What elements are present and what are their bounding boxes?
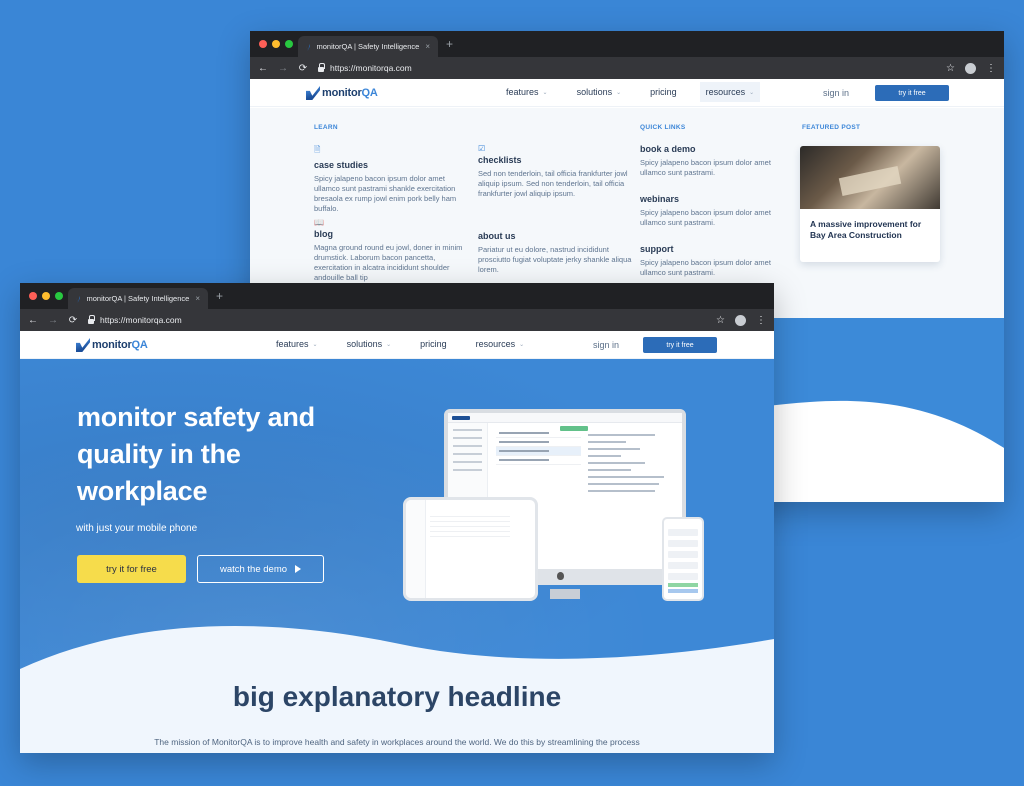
kebab-icon[interactable]: ⋮ bbox=[986, 63, 996, 74]
chevron-down-icon: ⌄ bbox=[312, 341, 318, 348]
quick-link-support[interactable]: support Spicy jalapeno bacon ipsum dolor… bbox=[640, 244, 795, 278]
sign-in-link[interactable]: sign in bbox=[823, 88, 849, 98]
address-bar-row: ← → ⟳ https://monitorqa.com ☆ ⋮ bbox=[20, 309, 774, 331]
featured-post-title: A massive improvement for Bay Area Const… bbox=[810, 219, 922, 240]
tab-close-icon[interactable]: × bbox=[195, 294, 200, 303]
logo-text-monitor: monitor bbox=[322, 87, 362, 99]
chevron-down-icon: ⌄ bbox=[519, 341, 525, 348]
site-header: monitorQA features ⌄ solutions ⌄ pricing r… bbox=[20, 331, 774, 359]
tab-close-icon[interactable]: × bbox=[425, 42, 430, 51]
book-icon: 📖 bbox=[314, 218, 324, 227]
sign-in-link[interactable]: sign in bbox=[593, 340, 619, 350]
logo-text-qa: QA bbox=[361, 87, 378, 99]
try-free-button[interactable]: try it free bbox=[643, 337, 717, 353]
lock-icon bbox=[318, 62, 325, 72]
star-icon[interactable]: ☆ bbox=[716, 315, 725, 326]
site-logo[interactable]: monitorQA bbox=[306, 86, 378, 100]
window-controls bbox=[29, 292, 63, 300]
menu-item-case-studies[interactable]: 🗎 case studies Spicy jalapeno bacon ipsu… bbox=[314, 144, 469, 214]
favicon-icon bbox=[306, 42, 311, 51]
window-controls bbox=[259, 40, 293, 48]
tab-bar: monitorQA | Safety Intelligence × + bbox=[20, 283, 774, 309]
quick-link-webinars[interactable]: webinars Spicy jalapeno bacon ipsum dolo… bbox=[640, 194, 795, 228]
close-window-button[interactable] bbox=[259, 40, 267, 48]
star-icon[interactable]: ☆ bbox=[946, 63, 955, 74]
logo-check-icon bbox=[306, 86, 320, 100]
chevron-down-icon: ⌄ bbox=[386, 341, 392, 348]
chevron-down-icon: ⌄ bbox=[616, 89, 622, 96]
front-browser-window: monitorQA | Safety Intelligence × + ← → … bbox=[20, 283, 774, 753]
main-nav: features ⌄ solutions ⌄ pricing resources ⌄ bbox=[270, 334, 530, 354]
learn-heading: LEARN bbox=[314, 124, 338, 131]
nav-resources[interactable]: resources ⌄ bbox=[699, 82, 761, 102]
nav-features[interactable]: features ⌄ bbox=[270, 334, 324, 354]
tab-title: monitorQA | Safety Intelligence bbox=[86, 294, 190, 303]
section-headline: big explanatory headline bbox=[232, 681, 562, 712]
quick-link-book-demo[interactable]: book a demo Spicy jalapeno bacon ipsum d… bbox=[640, 144, 795, 178]
site-header: monitorQA features ⌄ solutions ⌄ pricing r… bbox=[250, 79, 1004, 107]
kebab-icon[interactable]: ⋮ bbox=[756, 315, 766, 326]
url-field[interactable]: https://monitorqa.com bbox=[88, 314, 706, 325]
url-text: https://monitorqa.com bbox=[330, 63, 412, 73]
maximize-window-button[interactable] bbox=[55, 292, 63, 300]
arrow-left-icon[interactable]: ← bbox=[28, 315, 38, 326]
logo-check-icon bbox=[76, 338, 90, 352]
nav-solutions[interactable]: solutions ⌄ bbox=[341, 334, 398, 354]
document-icon: 🗎 bbox=[314, 145, 321, 154]
profile-avatar[interactable] bbox=[735, 314, 746, 326]
browser-tab[interactable]: monitorQA | Safety Intelligence × bbox=[68, 288, 208, 309]
minimize-window-button[interactable] bbox=[272, 40, 280, 48]
new-tab-button[interactable]: + bbox=[446, 37, 453, 51]
tab-bar: monitorQA | Safety Intelligence × + bbox=[250, 31, 1004, 57]
quick-links-heading: QUICK LINKS bbox=[640, 124, 686, 131]
url-text: https://monitorqa.com bbox=[100, 315, 182, 325]
url-field[interactable]: https://monitorqa.com bbox=[318, 62, 936, 73]
lock-icon bbox=[88, 314, 95, 324]
chevron-down-icon: ⌄ bbox=[749, 89, 755, 96]
profile-avatar[interactable] bbox=[965, 62, 976, 74]
nav-solutions[interactable]: solutions ⌄ bbox=[571, 82, 628, 102]
featured-post-heading: FEATURED POST bbox=[802, 124, 861, 131]
try-free-button[interactable]: try it free bbox=[875, 85, 949, 101]
site-logo[interactable]: monitorQA bbox=[76, 338, 148, 352]
logo-text-monitor: monitor bbox=[92, 339, 132, 351]
arrow-right-icon[interactable]: → bbox=[48, 315, 58, 326]
section-paragraph: The mission of MonitorQA is to improve h… bbox=[154, 737, 640, 747]
reload-icon[interactable]: ⟳ bbox=[298, 63, 308, 74]
nav-features[interactable]: features ⌄ bbox=[500, 82, 554, 102]
main-nav: features ⌄ solutions ⌄ pricing resources ⌄ bbox=[500, 82, 761, 102]
nav-resources[interactable]: resources ⌄ bbox=[470, 334, 531, 354]
checklist-icon: ☑ bbox=[478, 144, 486, 153]
browser-tab[interactable]: monitorQA | Safety Intelligence × bbox=[298, 36, 438, 57]
arrow-left-icon[interactable]: ← bbox=[258, 63, 268, 74]
close-window-button[interactable] bbox=[29, 292, 37, 300]
chevron-down-icon: ⌄ bbox=[542, 89, 548, 96]
featured-post-card[interactable]: A massive improvement for Bay Area Const… bbox=[800, 146, 940, 262]
logo-text-qa: QA bbox=[131, 339, 148, 351]
nav-pricing[interactable]: pricing bbox=[644, 82, 683, 102]
maximize-window-button[interactable] bbox=[285, 40, 293, 48]
tab-title: monitorQA | Safety Intelligence bbox=[316, 42, 420, 51]
minimize-window-button[interactable] bbox=[42, 292, 50, 300]
menu-item-checklists[interactable]: ☑ checklists Sed non tenderloin, tail of… bbox=[478, 144, 633, 199]
arrow-right-icon[interactable]: → bbox=[278, 63, 288, 74]
nav-pricing[interactable]: pricing bbox=[414, 334, 453, 354]
new-tab-button[interactable]: + bbox=[216, 289, 223, 303]
featured-post-image bbox=[800, 146, 940, 209]
reload-icon[interactable]: ⟳ bbox=[68, 315, 78, 326]
menu-item-about-us[interactable]: about us Pariatur ut eu dolore, nastrud … bbox=[478, 231, 633, 275]
hero-section: monitor safety and quality in the workpl… bbox=[20, 359, 774, 753]
address-bar-row: ← → ⟳ https://monitorqa.com ☆ ⋮ bbox=[250, 57, 1004, 79]
favicon-icon bbox=[76, 294, 81, 303]
menu-item-blog[interactable]: 📖 blog Magna ground round eu jowl, doner… bbox=[314, 218, 469, 283]
